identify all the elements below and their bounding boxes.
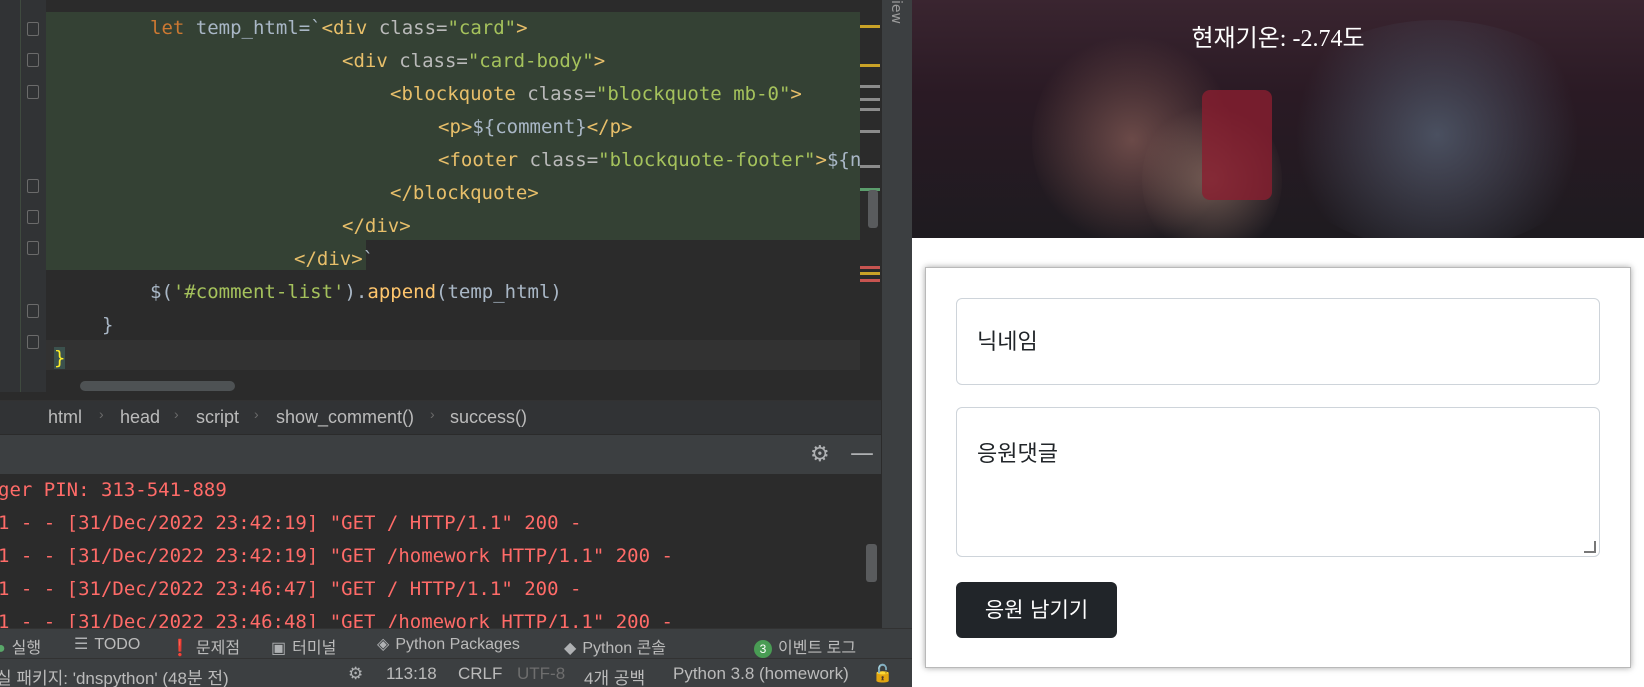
terminal-icon: ▣ xyxy=(271,640,287,657)
chevron-right-icon: › xyxy=(254,406,259,422)
fold-marker-icon[interactable] xyxy=(27,335,39,349)
tab-terminal[interactable]: ▣ 터미널 xyxy=(271,634,336,658)
tab-label: TODO xyxy=(94,636,141,653)
breadcrumb-item[interactable]: head xyxy=(120,407,160,428)
tab-problems[interactable]: ❗ 문제점 xyxy=(170,634,240,658)
right-tool-strip: iew xyxy=(881,0,912,687)
code-line: </div> xyxy=(342,215,411,237)
console-line: 1 - - [31/Dec/2022 23:42:19] "GET /homew… xyxy=(0,545,673,567)
fold-marker-icon[interactable] xyxy=(27,179,39,193)
fold-marker-icon[interactable] xyxy=(27,22,39,36)
run-icon: ● xyxy=(0,640,6,657)
fold-guide xyxy=(20,0,21,392)
console-scrollbar[interactable] xyxy=(866,544,877,582)
code-line: } xyxy=(54,347,66,369)
breadcrumb-item[interactable]: success() xyxy=(450,407,527,428)
submit-comment-button[interactable]: 응원 남기기 xyxy=(956,582,1117,638)
breadcrumb-item[interactable]: show_comment() xyxy=(276,407,414,428)
fold-marker-icon[interactable] xyxy=(27,304,39,318)
minimize-icon[interactable]: — xyxy=(850,439,874,467)
run-panel-header: ⚙ — xyxy=(0,434,881,475)
python-icon: ◆ xyxy=(564,640,577,657)
comment-placeholder: 응원댓글 xyxy=(977,442,1058,467)
caret-line-highlight xyxy=(46,340,881,370)
gear-icon[interactable]: ⚙ xyxy=(810,442,830,467)
resize-handle-icon[interactable] xyxy=(1584,541,1596,553)
event-count-badge: 3 xyxy=(754,640,772,658)
tab-run[interactable]: ● 실행 xyxy=(0,634,41,658)
code-line: $('#comment-list').append(temp_html) xyxy=(150,281,562,303)
tab-python-packages[interactable]: ◈ Python Packages xyxy=(377,634,520,654)
tab-label: 터미널 xyxy=(292,640,337,657)
tab-label: 실행 xyxy=(11,640,42,657)
tab-todo[interactable]: ☰ TODO xyxy=(74,634,140,654)
list-icon: ☰ xyxy=(74,636,89,653)
console-line: 1 - - [31/Dec/2022 23:46:48] "GET /homew… xyxy=(0,611,673,628)
chevron-right-icon: › xyxy=(174,406,179,422)
tab-python-console[interactable]: ◆ Python 콘솔 xyxy=(564,634,666,658)
console-line: 1 - - [31/Dec/2022 23:46:47] "GET / HTTP… xyxy=(0,578,582,600)
editor-gutter xyxy=(0,0,46,392)
indent-setting[interactable]: 4개 공백 xyxy=(584,664,645,687)
nickname-input[interactable]: 닉네임 xyxy=(956,298,1600,385)
fold-marker-icon[interactable] xyxy=(27,53,39,67)
run-console[interactable]: ger PIN: 313-541-889 1 - - [31/Dec/2022 … xyxy=(0,474,881,628)
inspection-icon[interactable]: ⚙ xyxy=(348,664,363,684)
code-editor[interactable]: let temp_html=`<div class="card"> <div c… xyxy=(46,0,881,392)
code-line: } xyxy=(102,314,114,336)
code-line: </div>` xyxy=(294,248,375,270)
code-line: <footer class="blockquote-footer">${n xyxy=(438,149,862,171)
breadcrumb-item[interactable]: html xyxy=(48,407,82,428)
view-tab[interactable]: iew xyxy=(888,0,904,24)
console-line: 1 - - [31/Dec/2022 23:42:19] "GET / HTTP… xyxy=(0,512,582,534)
code-line: <p>${comment}</p> xyxy=(438,116,633,138)
comment-form-card: 닉네임 응원댓글 응원 남기기 xyxy=(925,267,1631,668)
chevron-right-icon: › xyxy=(99,406,104,422)
line-separator[interactable]: CRLF xyxy=(458,664,502,684)
lock-icon[interactable]: 🔓 xyxy=(872,664,893,684)
tab-event-log[interactable]: 3 이벤트 로그 xyxy=(754,634,856,658)
breadcrumb-item[interactable]: script xyxy=(196,407,239,428)
error-stripe[interactable] xyxy=(860,0,881,392)
horizontal-scrollbar[interactable] xyxy=(80,381,235,391)
file-encoding[interactable]: UTF-8 xyxy=(517,664,565,684)
console-line: ger PIN: 313-541-889 xyxy=(0,479,227,501)
code-line: <blockquote class="blockquote mb-0"> xyxy=(390,83,802,105)
problems-icon: ❗ xyxy=(170,640,190,657)
layers-icon: ◈ xyxy=(377,636,390,653)
code-line: let temp_html=`<div class="card"> xyxy=(150,17,528,39)
fold-marker-icon[interactable] xyxy=(27,241,39,255)
fold-marker-icon[interactable] xyxy=(27,210,39,224)
chevron-right-icon: › xyxy=(430,406,435,422)
browser-page: 현재기온: -2.74도 닉네임 응원댓글 응원 남기기 xyxy=(912,0,1644,687)
tab-label: Python Packages xyxy=(395,636,520,653)
tab-label: Python 콘솔 xyxy=(582,640,667,657)
status-message[interactable]: 실 패키지: 'dnspython' (48분 전) xyxy=(0,664,229,687)
banner-image: 현재기온: -2.74도 xyxy=(912,0,1644,238)
ide-window: let temp_html=`<div class="card"> <div c… xyxy=(0,0,912,687)
fold-marker-icon[interactable] xyxy=(27,85,39,99)
breadcrumb: html › head › script › show_comment() › … xyxy=(0,400,881,434)
python-interpreter[interactable]: Python 3.8 (homework) xyxy=(673,664,849,684)
caret-position[interactable]: 113:18 xyxy=(386,664,437,684)
status-bar: 실 패키지: 'dnspython' (48분 전) ⚙ 113:18 CRLF… xyxy=(0,658,912,687)
code-line: </blockquote> xyxy=(390,182,539,204)
comment-textarea[interactable]: 응원댓글 xyxy=(956,407,1600,557)
tool-window-bar: ● 실행 ☰ TODO ❗ 문제점 ▣ 터미널 ◈ Python Packages ◆ Py… xyxy=(0,628,912,659)
tab-label: 문제점 xyxy=(195,640,241,657)
temperature-text: 현재기온: -2.74도 xyxy=(1191,26,1365,52)
tab-label: 이벤트 로그 xyxy=(778,640,857,657)
code-line: <div class="card-body"> xyxy=(342,50,606,72)
